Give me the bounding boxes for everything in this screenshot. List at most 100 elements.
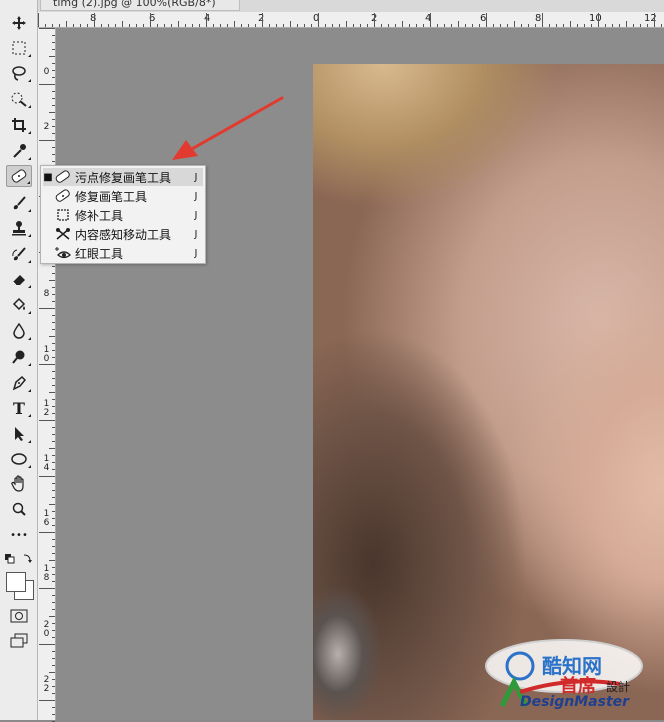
ruler-tick <box>297 24 298 27</box>
path-select-tool[interactable] <box>6 423 32 445</box>
ruler-tick <box>192 24 193 27</box>
bandage-icon <box>11 169 27 183</box>
healing-brush-icon <box>55 189 70 202</box>
ruler-left-label: 2 0 <box>43 620 50 639</box>
ruler-tick <box>213 24 214 27</box>
ruler-tick <box>52 42 55 43</box>
ruler-left-label: 1 6 <box>43 509 50 528</box>
ruler-tick <box>52 490 55 491</box>
ruler-tick <box>52 483 55 484</box>
ruler-tick <box>94 13 95 27</box>
paint-bucket-tool[interactable] <box>6 294 32 316</box>
brush-tool[interactable] <box>6 192 32 214</box>
ruler-tick <box>39 420 55 421</box>
ruler-tick <box>52 399 55 400</box>
flyout-item-healing-brush[interactable]: 修复画笔工具 J <box>43 187 203 205</box>
ruler-tick <box>451 24 452 27</box>
eraser-icon <box>12 275 25 286</box>
annotation-arrow <box>172 96 284 160</box>
ruler-tick <box>52 357 55 358</box>
ruler-top-label: 4 <box>204 13 211 24</box>
flyout-item-spot-healing[interactable]: ■ 污点修复画笔工具 J <box>43 168 203 186</box>
ruler-tick <box>39 644 55 645</box>
ellipse-icon <box>11 453 27 465</box>
eyedropper-tool[interactable] <box>6 140 32 162</box>
flyout-item-content-aware-move[interactable]: 内容感知移动工具 J <box>43 225 203 243</box>
brush-icon <box>13 196 26 210</box>
ruler-tick <box>52 35 55 36</box>
screen-mode-icon <box>10 633 28 648</box>
ruler-tick <box>241 24 242 27</box>
hand-tool[interactable] <box>6 473 32 495</box>
document-tab[interactable]: timg (2).jpg @ 100%(RGB/8*) <box>40 0 240 11</box>
quick-select-tool[interactable] <box>6 88 32 110</box>
ruler-tick <box>73 24 74 27</box>
ruler-tick <box>528 24 529 27</box>
spot-healing-brush-tool[interactable] <box>6 165 32 187</box>
flyout-item-patch[interactable]: 修补工具 J <box>43 206 203 224</box>
ruler-tick <box>52 630 55 631</box>
type-tool[interactable]: T <box>6 397 32 419</box>
spot-healing-icon <box>55 170 70 183</box>
pen-tool[interactable] <box>6 372 32 394</box>
ellipse-tool[interactable] <box>6 448 32 470</box>
crop-tool[interactable] <box>6 114 32 136</box>
flyout-item-red-eye[interactable]: 红眼工具 J <box>43 244 203 262</box>
ruler-tick <box>52 119 55 120</box>
ruler-tick <box>360 24 361 27</box>
color-swatches[interactable] <box>4 570 34 600</box>
ruler-tick <box>444 24 445 27</box>
ruler-left-label: 2 2 <box>43 675 50 694</box>
ruler-left-label: 1 2 <box>43 399 50 418</box>
eraser-tool[interactable] <box>6 268 32 290</box>
ruler-tick <box>612 24 613 27</box>
flyout-item-label: 修复画笔工具 <box>75 189 148 204</box>
ruler-tick <box>39 700 55 701</box>
red-eye-icon <box>55 247 71 259</box>
hair-region <box>313 64 563 284</box>
ruler-tick <box>52 679 55 680</box>
ruler-tick <box>52 469 55 470</box>
ruler-tick <box>591 24 592 27</box>
ruler-tick <box>38 13 39 27</box>
move-tool[interactable] <box>6 12 32 34</box>
screen-mode-button[interactable] <box>6 630 32 652</box>
ruler-tick <box>52 553 55 554</box>
ruler-tick <box>52 161 55 162</box>
ruler-tick <box>479 24 480 27</box>
watermark-line4: DesignMaster <box>520 694 630 710</box>
quick-mask-button[interactable] <box>6 605 32 627</box>
ruler-left-label: 2 <box>43 122 50 132</box>
ruler-tick <box>269 24 270 27</box>
ruler-left-label: 8 <box>43 289 50 299</box>
blur-tool[interactable] <box>6 320 32 342</box>
ruler-tick <box>52 315 55 316</box>
ruler-tick <box>52 98 55 99</box>
history-brush-tool[interactable] <box>6 243 32 265</box>
ruler-tick <box>584 24 585 27</box>
ruler-tick <box>500 24 501 27</box>
foreground-color-swatch[interactable] <box>6 572 26 592</box>
ruler-tick <box>157 24 158 27</box>
ruler-tick <box>115 24 116 27</box>
more-tools[interactable]: ••• <box>6 524 32 546</box>
ruler-left-label: 0 <box>43 67 50 77</box>
hand-icon <box>11 475 24 492</box>
ruler-tick <box>52 707 55 708</box>
dodge-tool[interactable] <box>6 346 32 368</box>
ruler-tick <box>39 364 55 365</box>
ruler-tick <box>39 588 55 589</box>
ruler-tick <box>52 609 55 610</box>
ruler-tick <box>39 308 55 309</box>
zoom-tool[interactable] <box>6 498 32 520</box>
ruler-tick <box>374 13 375 27</box>
document-tab-bar: timg (2).jpg @ 100%(RGB/8*) <box>0 0 664 12</box>
lasso-tool[interactable] <box>6 62 32 84</box>
marquee-tool[interactable] <box>6 37 32 59</box>
ruler-tick <box>220 24 221 27</box>
ruler-tick <box>52 623 55 624</box>
clone-stamp-tool[interactable] <box>6 217 32 239</box>
ruler-tick <box>283 24 284 27</box>
photo-image[interactable] <box>313 64 664 720</box>
default-colors-icon[interactable] <box>4 552 34 566</box>
